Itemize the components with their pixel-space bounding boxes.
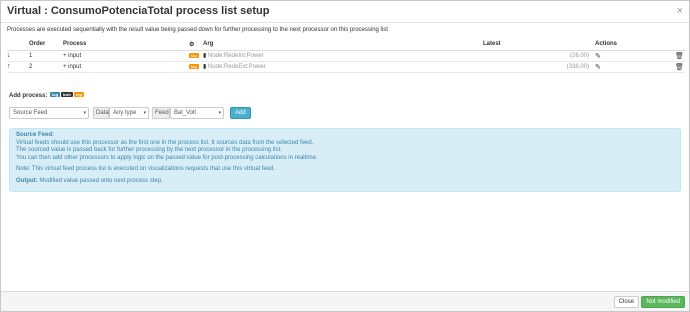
signal-icon: ▮ (203, 53, 207, 59)
info-output: Output: Modified value passed onto next … (16, 178, 674, 186)
table-row: ↓ 1 + input tag ▮ Node:RedeInt:Power (26… (7, 50, 685, 62)
title-prefix: Virtual : (7, 5, 51, 17)
rep-badge: rep (73, 92, 85, 97)
intro-text: Processes are executed sequentially with… (7, 27, 388, 33)
row-arg: Node:RedeInt:Power (207, 53, 264, 59)
add-process-label: Add process: log kwh rep (9, 92, 85, 99)
tag-badge: tag (189, 52, 199, 58)
close-icon[interactable]: × (677, 5, 683, 17)
edit-icon[interactable]: ✎ (595, 63, 601, 71)
feed-select-value: Bal_Volt (174, 110, 197, 116)
chevron-down-icon: ▾ (83, 110, 86, 116)
feed-select[interactable]: Bal_Volt ▾ (170, 107, 224, 119)
row-process: + input (63, 61, 189, 73)
info-title: Source Feed: (16, 132, 55, 138)
modal-title: Virtual : ConsumoPotenciaTotal process l… (7, 5, 269, 17)
row-order: 1 (29, 50, 63, 62)
signal-icon: ▮ (203, 64, 207, 70)
process-table: Order Process ⚙ Arg Latest Actions ↓ 1 +… (7, 39, 685, 73)
add-process-text: Add process: (9, 93, 48, 99)
save-status-button[interactable]: Not modified (641, 296, 685, 308)
chevron-down-icon: ▾ (218, 110, 221, 116)
chevron-down-icon: ▾ (143, 110, 146, 116)
col-arg: Arg (203, 39, 483, 51)
row-order: 2 (29, 61, 63, 73)
data-label: Data (93, 107, 109, 119)
row-latest: (26.00) (569, 52, 589, 59)
data-type-select[interactable]: Any type ▾ (109, 107, 149, 119)
title-suffix: process list setup (172, 5, 270, 17)
move-up-icon[interactable]: ↑ (7, 63, 11, 70)
col-actions: Actions (595, 39, 675, 51)
table-row: ↑ 2 + input tag ▮ Node:RedeExt:Power (33… (7, 61, 685, 73)
output-text: Modified value passed onto next process … (37, 177, 163, 184)
log-badge: log (50, 92, 61, 97)
table-header-row: Order Process ⚙ Arg Latest Actions (7, 39, 685, 51)
kwh-badge: kwh (61, 92, 73, 97)
process-list-modal: Virtual : ConsumoPotenciaTotal process l… (0, 0, 690, 312)
process-select[interactable]: Source Feed ▾ (9, 107, 89, 119)
info-note: Note: This virtual feed process list is … (16, 166, 276, 172)
col-process: Process (63, 39, 189, 51)
data-type-value: Any type (113, 110, 137, 116)
add-button[interactable]: Add (230, 107, 251, 119)
move-down-icon[interactable]: ↓ (7, 52, 11, 59)
feed-name: ConsumoPotenciaTotal (50, 5, 173, 17)
modal-header: Virtual : ConsumoPotenciaTotal process l… (1, 1, 689, 23)
output-label: Output: (16, 177, 38, 184)
modal-footer: Close Not modified (1, 291, 689, 311)
row-arg: Node:RedeExt:Power (207, 64, 266, 70)
delete-icon[interactable]: 🗑 (675, 52, 684, 60)
gear-icon: ⚙ (189, 41, 195, 48)
info-line: You can then add other processors to app… (16, 154, 318, 161)
edit-icon[interactable]: ✎ (595, 52, 601, 60)
col-latest: Latest (483, 39, 595, 51)
row-process: + input (63, 50, 189, 62)
col-delete (675, 39, 685, 51)
feed-label: Feed (152, 107, 170, 119)
process-select-value: Source Feed (13, 110, 48, 116)
col-move (7, 39, 29, 51)
col-gear: ⚙ (189, 39, 203, 51)
close-button[interactable]: Close (613, 296, 639, 308)
info-line: The sourced value is passed back for fur… (16, 147, 282, 153)
col-order: Order (29, 39, 63, 51)
delete-icon[interactable]: 🗑 (675, 63, 684, 71)
info-line: Virtual feeds should use this processor … (16, 139, 314, 146)
processor-info-box: Source Feed: Virtual feeds should use th… (9, 128, 681, 192)
tag-badge: tag (189, 63, 199, 69)
row-latest: (338.00) (566, 63, 589, 70)
